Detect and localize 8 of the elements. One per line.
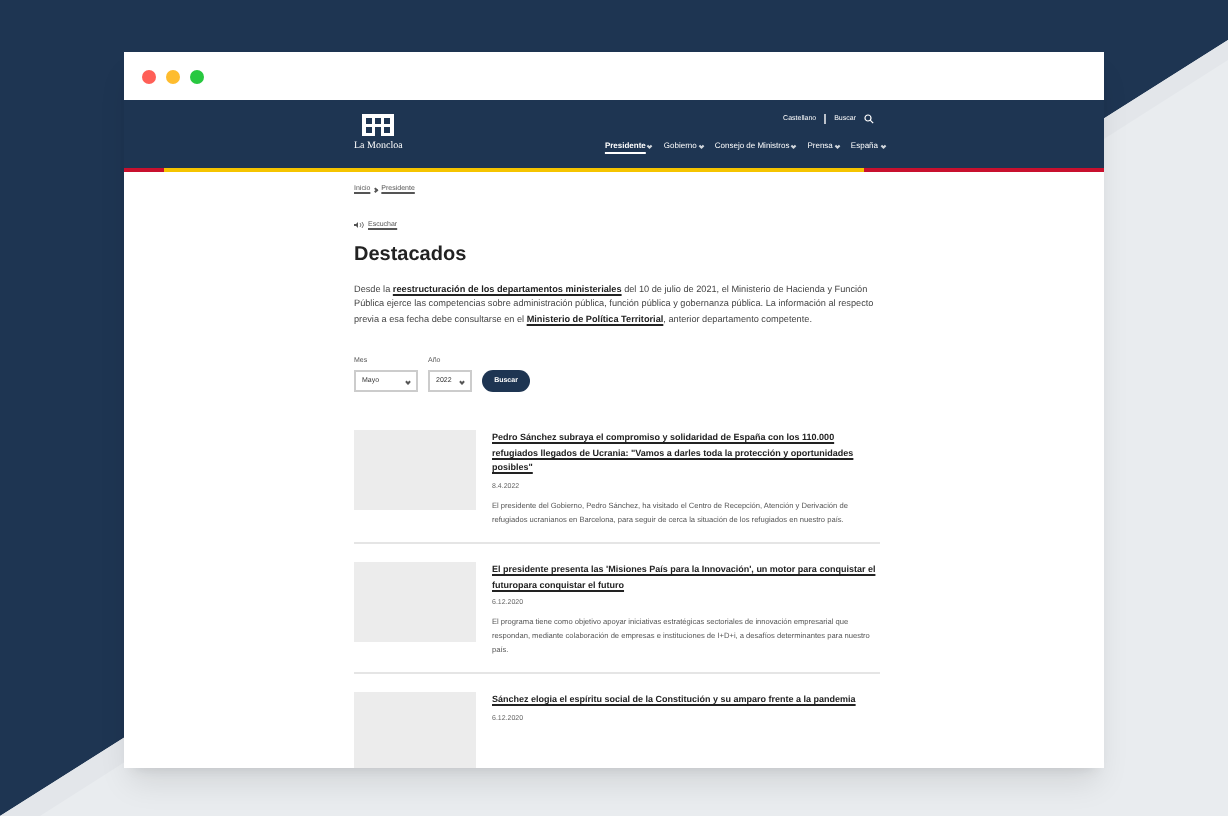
page-title: Destacados xyxy=(354,245,469,265)
minimize-icon[interactable] xyxy=(166,69,180,83)
close-icon[interactable] xyxy=(142,69,156,83)
search-icon[interactable] xyxy=(864,114,874,125)
maximize-icon[interactable] xyxy=(190,69,204,83)
image-placeholder xyxy=(354,692,476,768)
speaker-icon[interactable] xyxy=(354,222,364,229)
building-icon xyxy=(360,112,397,138)
